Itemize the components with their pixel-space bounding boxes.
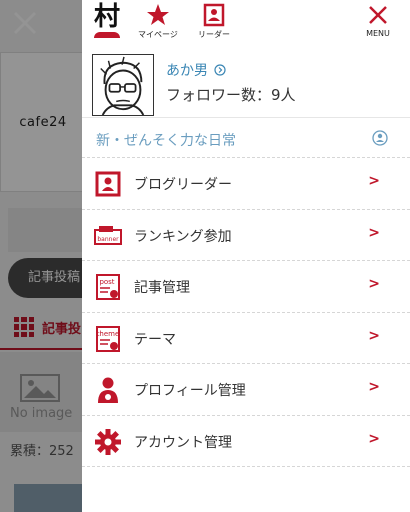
menu-label: アカウント管理 — [134, 434, 232, 451]
menu-item-blog-reader[interactable]: ブログリーダー > — [82, 158, 410, 210]
svg-text:theme: theme — [97, 330, 120, 338]
user-switch-icon[interactable] — [372, 130, 388, 146]
reader-icon — [95, 171, 121, 197]
banner-icon: banner — [94, 225, 122, 245]
menu-label: MENU — [366, 29, 390, 38]
svg-text:post: post — [99, 278, 114, 286]
menu-label: ブログリーダー — [134, 177, 232, 193]
menu-label: ランキング参加 — [134, 228, 232, 245]
chevron-right-icon: > — [368, 430, 380, 447]
menu-list: ブログリーダー > banner ランキング参加 > post 記事管理 > t… — [82, 158, 410, 467]
menu-item-account-management[interactable]: アカウント管理 > — [82, 416, 410, 467]
gear-icon — [95, 428, 121, 455]
menu-close-button[interactable]: MENU — [366, 3, 390, 38]
menu-item-ranking[interactable]: banner ランキング参加 > — [82, 210, 410, 261]
chevron-right-icon: > — [368, 379, 380, 395]
blog-title-row[interactable]: 新・ぜんそく力な日常 — [82, 118, 410, 158]
site-logo[interactable]: 村 — [90, 2, 124, 42]
side-drawer: 村 マイページ リーダー MENU あか男 フォロワー数：9人 新・ぜんそく力な… — [82, 0, 410, 512]
avatar[interactable] — [92, 54, 154, 116]
theme-icon: theme — [96, 325, 120, 352]
chevron-circle-icon — [214, 64, 226, 76]
post-icon: post — [96, 274, 120, 300]
profile-settings-icon — [98, 377, 118, 403]
profile-section: あか男 フォロワー数：9人 — [82, 46, 410, 118]
drawer-topbar: 村 マイページ リーダー MENU — [82, 0, 410, 46]
chevron-right-icon: > — [368, 276, 380, 292]
menu-label: 記事管理 — [134, 280, 190, 296]
logo-text: 村 — [93, 2, 120, 32]
mypage-label: マイページ — [138, 30, 178, 39]
chevron-right-icon: > — [368, 327, 380, 344]
blog-title[interactable]: 新・ぜんそく力な日常 — [96, 130, 236, 150]
menu-item-theme[interactable]: theme テーマ > — [82, 313, 410, 364]
reader-button[interactable]: リーダー — [198, 3, 230, 40]
menu-label: テーマ — [134, 331, 176, 348]
reader-icon — [203, 3, 225, 27]
logo-bar — [94, 32, 120, 38]
follower-count: フォロワー数：9人 — [166, 86, 296, 104]
star-icon — [146, 4, 169, 25]
profile-name-row[interactable]: あか男 — [166, 60, 226, 80]
mypage-button[interactable]: マイページ — [138, 3, 178, 40]
chevron-right-icon: > — [368, 224, 380, 241]
close-icon — [369, 6, 387, 24]
menu-item-post-management[interactable]: post 記事管理 > — [82, 261, 410, 313]
svg-text:banner: banner — [97, 236, 119, 243]
menu-label: プロフィール管理 — [134, 383, 246, 399]
chevron-right-icon: > — [368, 173, 380, 189]
profile-name[interactable]: あか男 — [166, 60, 208, 80]
reader-label: リーダー — [198, 30, 230, 39]
menu-item-profile-management[interactable]: プロフィール管理 > — [82, 364, 410, 416]
